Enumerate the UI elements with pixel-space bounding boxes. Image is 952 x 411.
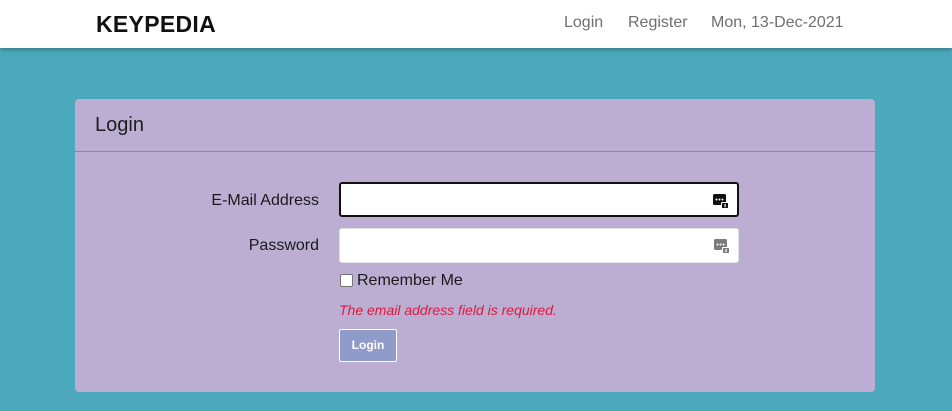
password-field[interactable]	[340, 229, 738, 262]
card-header: Login	[75, 99, 875, 152]
nav-link-register[interactable]: Register	[628, 14, 688, 32]
remember-me-label[interactable]: Remember Me	[357, 272, 463, 290]
nav-link-login[interactable]: Login	[564, 14, 603, 32]
password-manager-icon[interactable]	[713, 193, 729, 209]
password-label: Password	[248, 237, 319, 254]
login-button[interactable]: Login	[339, 329, 397, 362]
email-field[interactable]	[341, 184, 737, 215]
card-title: Login	[95, 114, 144, 136]
email-field-wrapper	[339, 182, 739, 217]
email-error-message: The email address field is required.	[339, 302, 557, 318]
brand-logo-text[interactable]: KEYPEDIA	[96, 11, 216, 38]
current-date: Mon, 13-Dec-2021	[711, 14, 844, 31]
login-card: Login E-Mail Address Password Remember M…	[75, 99, 875, 392]
email-label: E-Mail Address	[211, 192, 319, 209]
password-manager-icon[interactable]	[714, 238, 730, 254]
remember-me-checkbox[interactable]	[340, 274, 353, 287]
top-navbar: KEYPEDIA Login Register Mon, 13-Dec-2021	[0, 0, 952, 48]
password-field-wrapper	[339, 228, 739, 263]
